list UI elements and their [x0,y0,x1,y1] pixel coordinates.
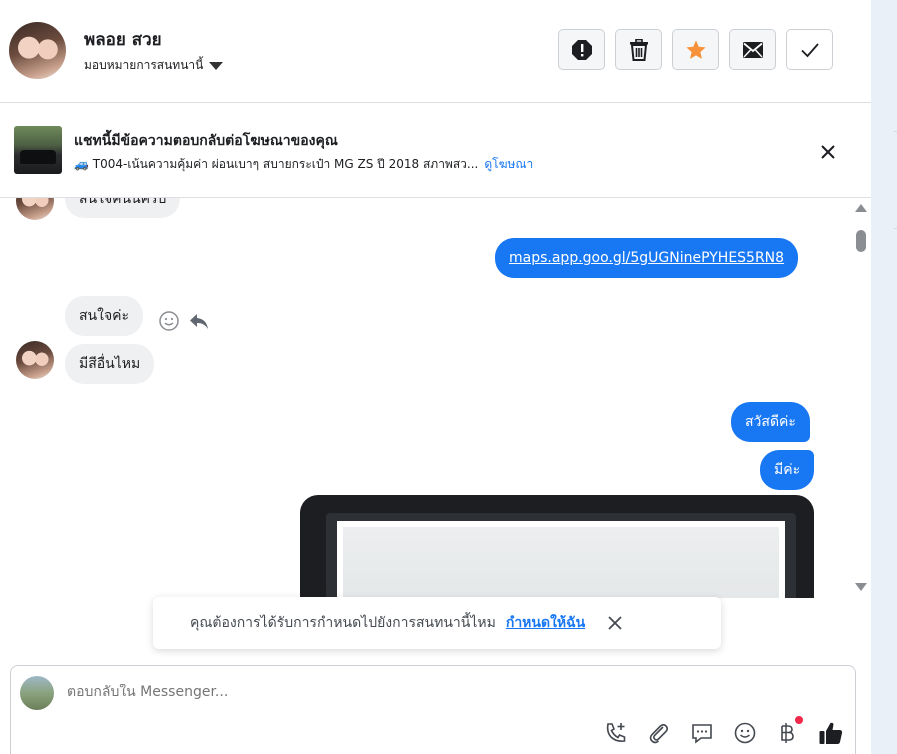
conversation-header: พลอย สวย มอบหมายการสนทนานี้ [0,0,871,103]
mail-icon [742,41,763,58]
page-avatar [20,676,54,710]
reply-input[interactable] [67,684,627,700]
attachment-photo-content [343,527,779,598]
scroll-up-arrow-icon[interactable] [855,204,867,212]
right-edge-panel [871,0,897,754]
assign-label: มอบหมายการสนทนานี้ [84,58,204,72]
composer-tools [603,716,844,746]
call-button[interactable] [603,720,629,746]
close-banner-button[interactable] [816,140,840,164]
message-thread: สนใจคันนี้ครับ maps.app.goo.gl/5gUGNineP… [0,198,850,598]
chat-bubble-icon [692,724,712,744]
message-text: สวัสดีค่ะ [745,414,796,430]
contact-name[interactable]: พลอย สวย [84,26,162,53]
ad-banner-title: แชทนี้มีข้อความตอบกลับต่อโฆษณาของคุณ [74,133,338,149]
reply-composer [10,665,856,754]
notification-dot [795,716,803,724]
mark-spam-button[interactable] [558,29,605,70]
react-emoji-icon[interactable] [158,310,180,332]
message-bubble-outgoing[interactable]: มีค่ะ [760,450,815,490]
star-icon [685,39,706,59]
message-text: มีสีอื่นไหม [79,356,141,372]
reply-icon[interactable] [188,310,210,332]
mark-done-button[interactable] [786,29,833,70]
phone-add-icon [606,723,626,742]
trash-icon [629,38,648,61]
message-actions [158,310,210,332]
star-button[interactable] [672,29,719,70]
scroll-down-arrow-icon[interactable] [855,583,867,591]
close-icon [608,616,622,630]
check-icon [800,42,819,57]
header-actions [558,29,833,70]
conversation-panel: พลอย สวย มอบหมายการสนทนานี้ แชทนี้มีข้อค… [0,0,871,754]
ad-description: 🚙 T004-เน้นความคุ้มค่า ผ่อนเบาๆ สบายกระเ… [74,157,479,171]
baht-icon [781,723,794,743]
ad-banner-subtitle: 🚙 T004-เน้นความคุ้มค่า ผ่อนเบาๆ สบายกระเ… [74,155,533,174]
payment-button[interactable] [775,716,803,746]
like-button[interactable] [818,720,844,746]
assign-prompt-toast: คุณต้องการได้รับการกำหนดไปยังการสนทนานี้… [153,597,721,649]
message-bubble-outgoing[interactable]: maps.app.goo.gl/5gUGNinePYHES5RN8 [495,238,799,278]
caret-down-icon [209,61,224,70]
assign-to-me-link[interactable]: กำหนดให้ฉัน [506,612,585,634]
map-link[interactable]: maps.app.goo.gl/5gUGNinePYHES5RN8 [509,250,784,266]
view-ad-link[interactable]: ดูโฆษณา [484,155,533,174]
message-text: สนใจค่ะ [79,308,130,324]
spam-icon [571,39,592,60]
message-bubble-outgoing[interactable]: สวัสดีค่ะ [731,402,810,442]
scrollbar-thumb[interactable] [856,230,866,252]
assign-prompt-text: คุณต้องการได้รับการกำหนดไปยังการสนทนานี้… [190,615,496,631]
ad-thumbnail[interactable] [14,126,62,174]
saved-replies-button[interactable] [689,720,715,746]
sender-avatar [16,341,54,379]
thumbs-up-icon [819,722,843,744]
message-bubble-incoming[interactable]: สนใจคันนี้ครับ [65,198,181,218]
message-bubble-incoming[interactable]: มีสีอื่นไหม [65,344,155,384]
message-text: สนใจคันนี้ครับ [79,198,167,207]
emoji-button[interactable] [732,720,758,746]
ad-reply-banner: แชทนี้มีข้อความตอบกลับต่อโฆษณาของคุณ 🚙 T… [0,103,871,198]
paperclip-icon [649,723,669,744]
close-icon [821,145,835,159]
thread-scrollbar[interactable] [851,198,871,598]
emoji-icon [734,722,756,744]
assign-conversation-dropdown[interactable]: มอบหมายการสนทนานี้ [84,56,224,75]
contact-avatar[interactable] [9,22,66,79]
delete-button[interactable] [615,29,662,70]
attach-button[interactable] [646,720,672,746]
close-toast-button[interactable] [605,613,625,633]
message-text: มีค่ะ [774,462,801,478]
message-bubble-incoming[interactable]: สนใจค่ะ [65,296,144,336]
image-attachment[interactable] [300,495,814,598]
sender-avatar [16,198,54,220]
mark-unread-button[interactable] [729,29,776,70]
